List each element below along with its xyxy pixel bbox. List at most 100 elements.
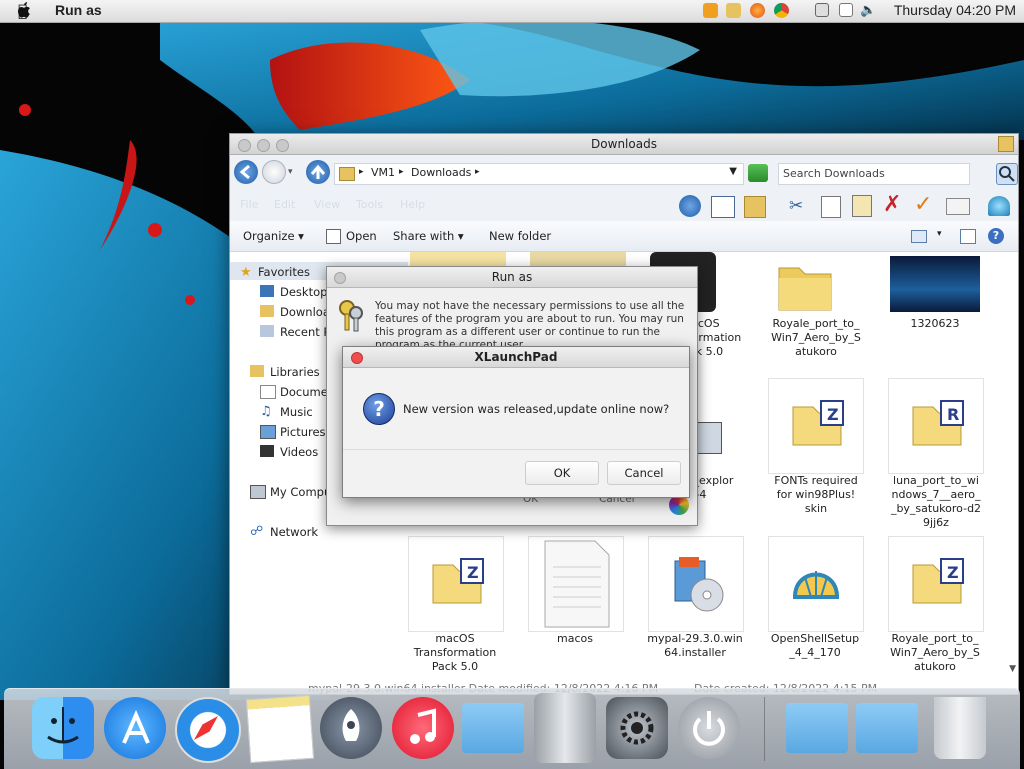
music-icon[interactable] bbox=[392, 697, 454, 759]
svg-text:R: R bbox=[947, 405, 959, 424]
menu-bar:  Run as 🔈 Thursday 04:20 PM bbox=[0, 0, 1024, 23]
nav-favorites[interactable]: Favorites bbox=[258, 265, 310, 279]
libraries-icon bbox=[250, 365, 264, 377]
address-dropdown-icon[interactable]: ▼ bbox=[729, 166, 737, 177]
dialog-titlebar[interactable]: XLaunchPad bbox=[343, 347, 689, 368]
file-label[interactable]: macos bbox=[520, 632, 630, 646]
file-label[interactable]: macOS Transformation Pack 5.0 bbox=[400, 632, 510, 674]
file-label[interactable]: OpenShellSetup _4_4_170 bbox=[760, 632, 870, 660]
delete-icon[interactable]: ✗ bbox=[883, 192, 901, 217]
history-chevron-icon[interactable]: ▾ bbox=[288, 167, 293, 177]
file-label[interactable]: luna_port_to_wi ndows_7__aero_ _by_satuk… bbox=[881, 474, 991, 530]
file-tile[interactable] bbox=[768, 536, 864, 632]
image-thumbnail[interactable] bbox=[890, 256, 980, 312]
nav-pictures[interactable]: Pictures bbox=[280, 425, 326, 439]
system-preferences-icon[interactable] bbox=[606, 697, 668, 759]
organize-button[interactable]: Organize ▾ bbox=[243, 229, 304, 243]
file-tile[interactable]: R bbox=[888, 378, 984, 474]
checkmark-icon[interactable]: ✓ bbox=[914, 192, 932, 217]
scroll-down-icon[interactable]: ▼ bbox=[1009, 664, 1016, 674]
volume-icon[interactable]: 🔈 bbox=[860, 3, 876, 18]
menu-tools[interactable]: Tools bbox=[356, 198, 383, 211]
preview-pane-toggle-icon[interactable] bbox=[960, 229, 976, 244]
forward-button[interactable] bbox=[262, 160, 286, 184]
view-options-icon[interactable] bbox=[911, 230, 927, 243]
firefox-icon[interactable] bbox=[750, 3, 765, 18]
cut-icon[interactable]: ✂ bbox=[789, 196, 803, 216]
new-folder-button[interactable]: New folder bbox=[489, 229, 551, 243]
ok-button[interactable]: OK bbox=[525, 461, 599, 485]
menu-help[interactable]: Help bbox=[400, 198, 425, 211]
address-bar[interactable]: ▸ VM1 ▸ Downloads ▸ ▼ bbox=[334, 163, 744, 185]
nav-desktop[interactable]: Desktop bbox=[280, 285, 327, 299]
file-tile[interactable]: Z bbox=[768, 378, 864, 474]
file-tile[interactable]: Z bbox=[408, 536, 504, 632]
up-level-button[interactable] bbox=[306, 160, 330, 184]
search-icon[interactable] bbox=[996, 163, 1018, 185]
speaker-muted-icon[interactable] bbox=[839, 3, 853, 17]
copy-icon[interactable] bbox=[821, 196, 841, 218]
help-icon[interactable]: ? bbox=[988, 228, 1004, 244]
back-button[interactable] bbox=[234, 160, 258, 184]
media-player-icon[interactable] bbox=[703, 3, 718, 18]
file-tile[interactable]: Z bbox=[888, 536, 984, 632]
cancel-button[interactable]: Cancel bbox=[607, 461, 681, 485]
close-button[interactable] bbox=[351, 352, 363, 364]
nav-music[interactable]: Music bbox=[280, 405, 313, 419]
preview-pane-icon[interactable] bbox=[711, 196, 735, 218]
nav-libraries[interactable]: Libraries bbox=[270, 365, 320, 379]
music-note-icon: ♫ bbox=[260, 404, 272, 419]
nav-network[interactable]: Network bbox=[270, 525, 318, 539]
notes-icon[interactable] bbox=[245, 694, 315, 764]
properties-icon[interactable] bbox=[946, 198, 970, 215]
documents-folder-icon[interactable] bbox=[786, 703, 848, 753]
svg-text:Z: Z bbox=[467, 563, 479, 582]
finder-icon[interactable] bbox=[32, 697, 94, 759]
network-icon[interactable] bbox=[815, 3, 829, 17]
file-label[interactable]: 1320623 bbox=[880, 317, 990, 331]
chrome-icon[interactable] bbox=[774, 3, 789, 18]
refresh-icon[interactable] bbox=[748, 164, 768, 182]
question-icon: ? bbox=[363, 393, 395, 425]
open-button[interactable]: Open bbox=[346, 229, 377, 243]
breadcrumb-chevron-icon[interactable]: ▸ bbox=[399, 167, 404, 177]
shell-icon[interactable] bbox=[988, 196, 1010, 216]
menu-edit[interactable]: Edit bbox=[274, 198, 295, 211]
file-tile[interactable] bbox=[528, 536, 624, 632]
folder-icon[interactable] bbox=[726, 3, 741, 18]
menu-view[interactable]: View bbox=[314, 198, 340, 211]
breadcrumb-vm1[interactable]: VM1 bbox=[371, 166, 395, 179]
downloads-folder-icon[interactable] bbox=[856, 703, 918, 753]
file-label[interactable]: Royale_port_to_ Win7_Aero_by_S atukoro bbox=[761, 317, 871, 359]
breadcrumb-chevron-icon[interactable]: ▸ bbox=[359, 167, 364, 177]
folder-icon[interactable] bbox=[775, 254, 835, 314]
close-button[interactable] bbox=[334, 272, 346, 284]
breadcrumb-chevron-icon[interactable]: ▸ bbox=[475, 167, 480, 177]
search-input[interactable]: Search Downloads bbox=[778, 163, 970, 185]
power-icon[interactable] bbox=[678, 697, 740, 759]
file-label[interactable]: FONTs required for win98Plus! skin bbox=[761, 474, 871, 516]
dialog-title: Run as bbox=[491, 270, 533, 284]
menubar-clock[interactable]: Thursday 04:20 PM bbox=[894, 2, 1016, 18]
window-titlebar[interactable]: Downloads bbox=[230, 134, 1018, 155]
safari-icon[interactable] bbox=[175, 697, 241, 763]
file-tile[interactable] bbox=[648, 536, 744, 632]
file-label[interactable]: Royale_port_to_ Win7_Aero_by_S atukoro bbox=[880, 632, 990, 674]
up-arrow-icon[interactable] bbox=[679, 195, 701, 217]
breadcrumb-downloads[interactable]: Downloads bbox=[411, 166, 471, 179]
launchpad-icon[interactable] bbox=[320, 697, 382, 759]
active-app-name[interactable]: Run as bbox=[55, 2, 102, 18]
file-label[interactable]: mypal-29.3.0.win 64.installer bbox=[640, 632, 750, 660]
mac-pro-icon[interactable] bbox=[534, 693, 596, 763]
app-store-icon[interactable] bbox=[104, 697, 166, 759]
menu-file[interactable]: File bbox=[240, 198, 258, 211]
share-with-button[interactable]: Share with ▾ bbox=[393, 229, 464, 243]
paste-icon[interactable] bbox=[852, 195, 872, 217]
dialog-titlebar[interactable]: Run as bbox=[327, 267, 697, 288]
nav-videos[interactable]: Videos bbox=[280, 445, 318, 459]
library-folder-icon[interactable] bbox=[462, 703, 524, 753]
folder-options-icon[interactable] bbox=[744, 196, 766, 218]
trash-icon[interactable] bbox=[934, 697, 986, 759]
share-with-label: Share with bbox=[393, 229, 455, 243]
view-dropdown-icon[interactable]: ▾ bbox=[937, 229, 942, 239]
